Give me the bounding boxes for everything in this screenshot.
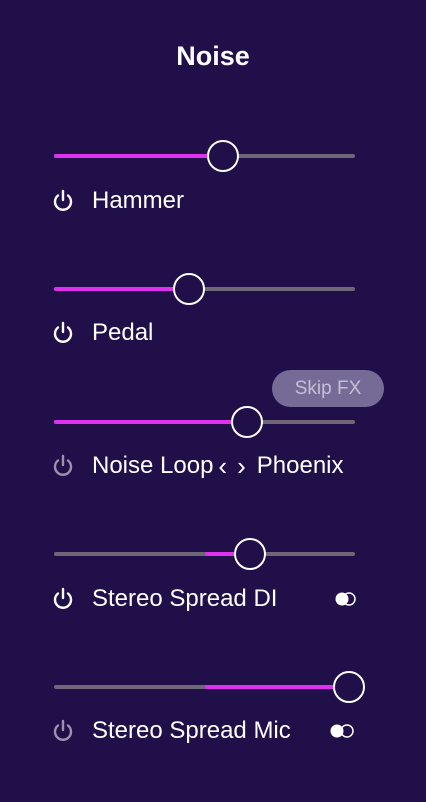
page-title: Noise xyxy=(176,41,250,71)
power-icon[interactable] xyxy=(50,188,76,214)
slider-fill xyxy=(54,287,190,291)
pedal-row: Pedal xyxy=(50,318,153,348)
stereo-spread-mic-row: Stereo Spread Mic xyxy=(50,716,291,746)
hammer-slider[interactable] xyxy=(54,140,355,172)
noise-loop-slider[interactable] xyxy=(54,406,355,438)
chevron-left-icon[interactable]: ‹ xyxy=(218,451,227,482)
preset-name: Phoenix xyxy=(256,452,344,479)
slider-fill xyxy=(204,685,349,689)
power-icon[interactable] xyxy=(50,586,76,612)
pedal-label: Pedal xyxy=(92,319,154,346)
stereo-spread-di-row: Stereo Spread DI xyxy=(50,584,277,614)
stereo-spread-di-label: Stereo Spread DI xyxy=(92,585,278,612)
toggle-off-icon[interactable] xyxy=(329,723,355,739)
slider-fill xyxy=(54,420,247,424)
power-icon[interactable] xyxy=(50,453,76,479)
slider-fill xyxy=(54,154,223,158)
power-icon[interactable] xyxy=(50,718,76,744)
hammer-row: Hammer xyxy=(50,186,184,216)
chevron-right-icon[interactable]: › xyxy=(237,451,246,482)
slider-thumb[interactable] xyxy=(332,671,365,703)
slider-thumb[interactable] xyxy=(230,406,263,438)
toggle-on-icon[interactable] xyxy=(332,591,358,607)
slider-thumb[interactable] xyxy=(173,273,206,305)
skip-fx-button[interactable]: Skip FX xyxy=(272,370,384,407)
slider-thumb[interactable] xyxy=(206,140,239,172)
stereo-spread-mic-slider[interactable] xyxy=(54,671,365,703)
hammer-label: Hammer xyxy=(92,187,185,214)
slider-thumb[interactable] xyxy=(233,538,266,570)
pedal-slider[interactable] xyxy=(54,273,355,305)
power-icon[interactable] xyxy=(50,320,76,346)
stereo-spread-mic-label: Stereo Spread Mic xyxy=(92,717,291,744)
noise-loop-row: Noise Loop ‹ › Phoenix xyxy=(50,451,344,481)
noise-loop-label: Noise Loop xyxy=(92,452,214,479)
stereo-spread-di-slider[interactable] xyxy=(54,538,355,570)
